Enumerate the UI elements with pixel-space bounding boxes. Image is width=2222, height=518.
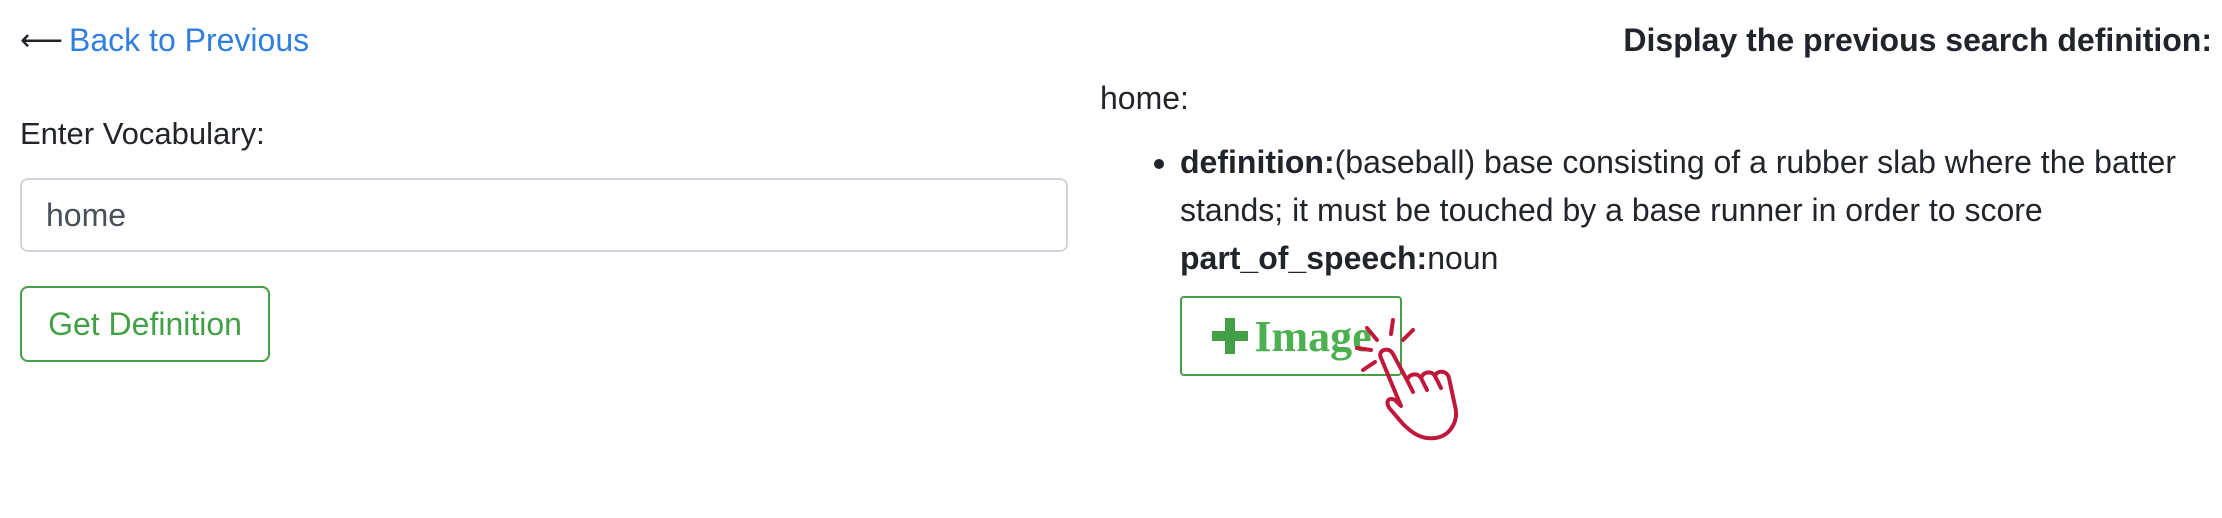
vocabulary-input[interactable] bbox=[20, 178, 1068, 252]
add-image-button[interactable]: Image bbox=[1180, 296, 1402, 376]
left-arrow-icon: ⟵ bbox=[20, 23, 64, 57]
back-link-label: Back to Previous bbox=[69, 22, 310, 58]
page: ⟵ Back to Previous Enter Vocabulary: Get… bbox=[0, 0, 2222, 518]
part-of-speech-value: noun bbox=[1427, 240, 1499, 276]
part-of-speech-key: part_of_speech: bbox=[1180, 240, 1428, 276]
get-definition-button[interactable]: Get Definition bbox=[20, 286, 270, 362]
definition-list: definition:(baseball) base consisting of… bbox=[1140, 138, 2222, 282]
plus-icon bbox=[1212, 318, 1249, 354]
back-to-previous-link[interactable]: ⟵ Back to Previous bbox=[20, 22, 309, 59]
definition-key: definition: bbox=[1180, 144, 1335, 180]
previous-search-title: Display the previous search definition: bbox=[1623, 22, 2212, 58]
vocabulary-label: Enter Vocabulary: bbox=[20, 116, 265, 151]
searched-word: home: bbox=[1100, 80, 1189, 116]
add-image-label: Image bbox=[1254, 311, 1372, 361]
definition-item: definition:(baseball) base consisting of… bbox=[1180, 138, 2222, 282]
